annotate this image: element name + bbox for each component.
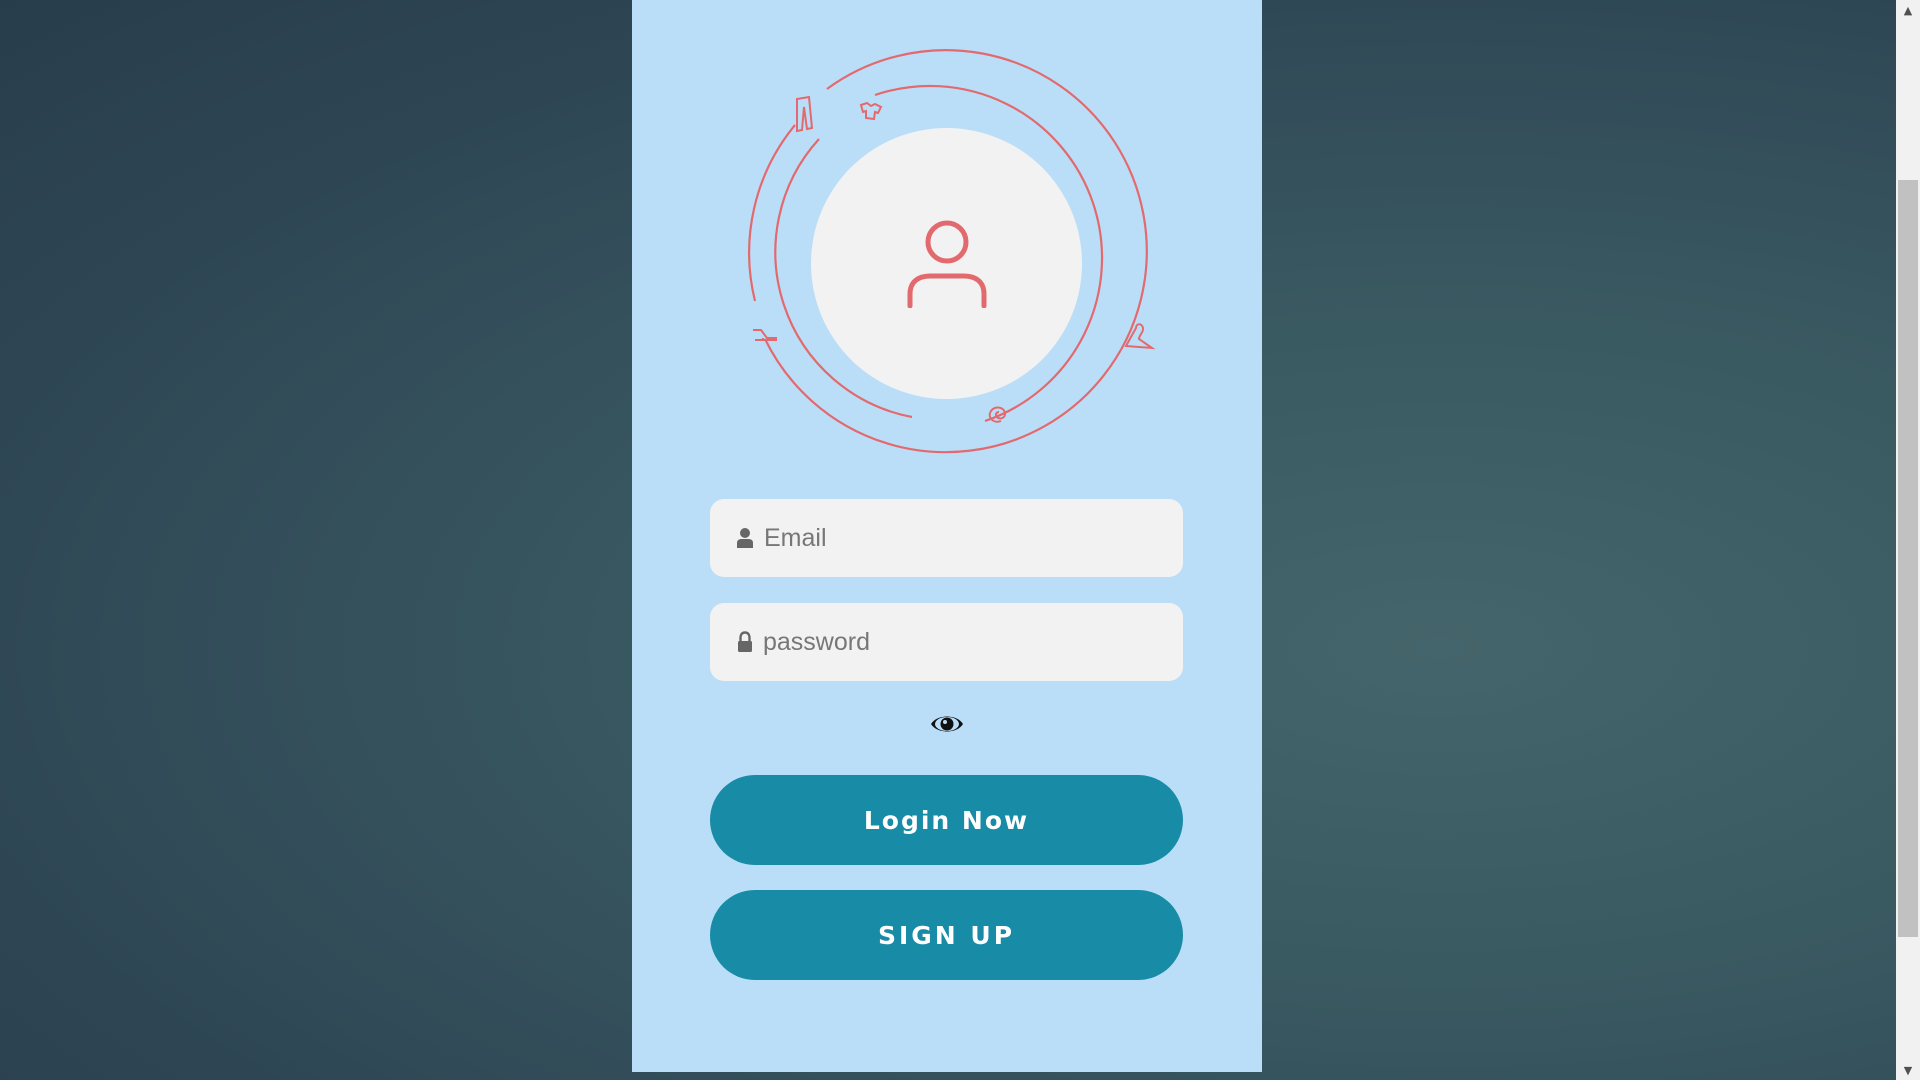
password-field — [710, 603, 1183, 681]
pants-icon — [796, 95, 814, 133]
scroll-up-arrow-icon[interactable]: ▲ — [1896, 0, 1920, 20]
scroll-down-arrow-icon[interactable]: ▼ — [1896, 1060, 1920, 1080]
avatar — [811, 128, 1082, 399]
page-viewport: Login Now SIGN UP — [0, 0, 1896, 1080]
login-card: Login Now SIGN UP — [632, 0, 1262, 1072]
email-input[interactable] — [764, 499, 1164, 577]
user-icon — [737, 528, 753, 548]
user-icon — [907, 220, 987, 308]
scroll-thumb[interactable] — [1898, 180, 1918, 937]
lock-icon — [738, 631, 752, 652]
hanger-icon — [1124, 323, 1156, 350]
eye-icon — [931, 716, 963, 732]
signup-button[interactable]: SIGN UP — [710, 890, 1183, 980]
iron-icon — [753, 329, 777, 341]
vertical-scrollbar[interactable]: ▲ ▼ — [1896, 0, 1920, 1080]
show-password-toggle[interactable] — [930, 710, 964, 738]
shirt-icon — [859, 101, 883, 121]
password-input[interactable] — [763, 603, 1163, 681]
email-field — [710, 499, 1183, 577]
login-button[interactable]: Login Now — [710, 775, 1183, 865]
